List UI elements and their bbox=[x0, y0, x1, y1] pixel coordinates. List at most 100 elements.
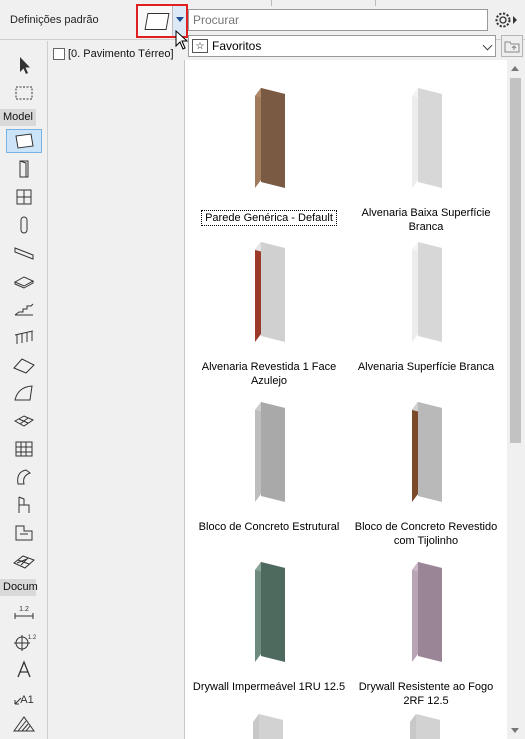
railing-icon bbox=[14, 330, 34, 344]
divider bbox=[271, 0, 272, 6]
text-icon bbox=[17, 660, 31, 678]
wall-preview-image bbox=[348, 226, 504, 356]
panel-title: Definições padrão bbox=[10, 14, 99, 26]
level-dimension-icon: 1.2 bbox=[14, 635, 36, 651]
favorite-item[interactable]: Alvenaria Baixa Superfície Branca bbox=[348, 72, 504, 234]
toolbox-section-label[interactable]: Model bbox=[0, 109, 36, 126]
mesh-icon bbox=[13, 415, 35, 427]
object-icon bbox=[18, 496, 30, 513]
window: Definições padrão Procurar ☆ Favoritos M… bbox=[0, 0, 525, 739]
mesh-tool-button[interactable] bbox=[6, 409, 42, 433]
beam-icon bbox=[14, 247, 34, 260]
beam-tool-button[interactable] bbox=[6, 241, 42, 265]
dimension-icon: 1.2 bbox=[14, 606, 34, 619]
search-input[interactable]: Procurar bbox=[188, 9, 488, 31]
toolbox-section-label[interactable]: Docum bbox=[0, 579, 38, 596]
story-tree-item[interactable]: [0. Pavimento Térreo] bbox=[53, 48, 174, 60]
svg-text:1.2: 1.2 bbox=[28, 635, 36, 641]
mesh-surface-icon bbox=[13, 555, 35, 569]
parent-folder-button[interactable] bbox=[501, 35, 523, 57]
door-icon bbox=[19, 160, 29, 178]
favorite-item[interactable]: Parede Genérica - Default bbox=[191, 72, 347, 226]
star-icon: ☆ bbox=[192, 39, 208, 53]
dimension-tool-button[interactable]: 1.2 bbox=[6, 601, 42, 625]
wall-preview-image bbox=[191, 226, 347, 356]
wall-tool-button[interactable] bbox=[6, 129, 42, 153]
morph-icon bbox=[17, 469, 32, 485]
favorites-folder-select[interactable]: ☆ Favoritos bbox=[188, 35, 496, 57]
railing-tool-button[interactable] bbox=[6, 325, 42, 349]
zone-icon bbox=[15, 525, 33, 541]
scrollbar-thumb[interactable] bbox=[510, 78, 521, 443]
door-tool-button[interactable] bbox=[6, 157, 42, 181]
wall-preview-image bbox=[348, 546, 504, 676]
wall-preview-image bbox=[247, 710, 287, 739]
favorite-item-label: Drywall Resistente ao Fogo 2RF 12.5 bbox=[358, 681, 494, 707]
favorite-item-label: Alvenaria Revestida 1 Face Azulejo bbox=[201, 361, 337, 387]
favorite-item[interactable]: Drywall Resistente ao Fogo 2RF 12.5 bbox=[348, 546, 504, 708]
favorite-item-label: Parede Genérica - Default bbox=[201, 210, 337, 226]
svg-text:1.2: 1.2 bbox=[19, 606, 29, 613]
morph-tool-button[interactable] bbox=[6, 465, 42, 489]
window-tool-button[interactable] bbox=[6, 185, 42, 209]
label-icon: A1 bbox=[14, 694, 34, 706]
wall-preview-image bbox=[348, 386, 504, 516]
favorite-item[interactable]: Alvenaria Revestida 1 Face Azulejo bbox=[191, 226, 347, 388]
slab-tool-button[interactable] bbox=[6, 269, 42, 293]
mouse-pointer-icon bbox=[175, 30, 189, 50]
favorite-item-label: Bloco de Concreto Estrutural bbox=[198, 521, 340, 533]
stair-icon bbox=[14, 303, 34, 316]
search-settings-button[interactable] bbox=[491, 9, 523, 31]
fill-tool-button[interactable] bbox=[6, 711, 42, 735]
favorite-item[interactable]: Bloco de Concreto Revestido com Tijolinh… bbox=[348, 386, 504, 548]
story-icon bbox=[53, 48, 65, 60]
shell-tool-button[interactable] bbox=[6, 381, 42, 405]
wall-preview-image bbox=[191, 72, 347, 202]
text-tool-button[interactable] bbox=[6, 657, 42, 681]
level-dimension-tool-button[interactable]: 1.2 bbox=[6, 629, 42, 653]
fill-icon bbox=[13, 716, 35, 732]
window-icon bbox=[16, 189, 32, 205]
roof-icon bbox=[13, 358, 35, 374]
story-label: [0. Pavimento Térreo] bbox=[68, 48, 174, 60]
scroll-up-arrow-icon[interactable] bbox=[511, 66, 519, 71]
favorite-item[interactable]: Drywall Impermeável 1RU 12.5 bbox=[191, 546, 347, 694]
favorites-panel: Parede Genérica - Default Alvenaria Baix… bbox=[184, 60, 524, 739]
arrow-icon bbox=[20, 57, 30, 74]
roof-tool-button[interactable] bbox=[6, 353, 42, 377]
favorites-folder-label: Favoritos bbox=[212, 39, 262, 53]
shell-icon bbox=[14, 385, 33, 401]
wall-icon bbox=[15, 133, 34, 149]
column-icon bbox=[20, 216, 28, 234]
favorite-item[interactable]: Bloco de Concreto Estrutural bbox=[191, 386, 347, 534]
wall-preview-image bbox=[191, 546, 347, 676]
folder-up-icon bbox=[504, 41, 520, 53]
wall-preview-image bbox=[191, 386, 347, 516]
scroll-down-arrow-icon[interactable] bbox=[511, 728, 519, 733]
column-tool-button[interactable] bbox=[6, 213, 42, 237]
favorite-item-label: Drywall Impermeável 1RU 12.5 bbox=[192, 681, 346, 693]
marquee-icon bbox=[15, 86, 33, 100]
caret-down-icon bbox=[176, 17, 184, 22]
favorite-item[interactable]: Alvenaria Superfície Branca bbox=[348, 226, 504, 374]
stair-tool-button[interactable] bbox=[6, 297, 42, 321]
favorite-item-label: Alvenaria Superfície Branca bbox=[357, 361, 495, 373]
object-tool-button[interactable] bbox=[6, 493, 42, 517]
label-tool-button[interactable]: A1 bbox=[6, 685, 42, 709]
chevron-down-icon bbox=[482, 40, 493, 51]
zone-tool-button[interactable] bbox=[6, 521, 42, 545]
toolbox: Model Docum 1.2 1.2 A1 bbox=[0, 41, 48, 739]
mesh-surface-tool-button[interactable] bbox=[6, 549, 42, 573]
arrow-tool-button[interactable] bbox=[6, 53, 42, 77]
marquee-tool-button[interactable] bbox=[6, 81, 42, 105]
divider bbox=[375, 0, 376, 6]
gear-icon bbox=[495, 12, 517, 28]
curtain-wall-icon bbox=[15, 441, 33, 457]
svg-text:A1: A1 bbox=[20, 694, 33, 706]
slab-icon bbox=[13, 276, 35, 289]
wall-preview-image bbox=[348, 72, 504, 202]
favorite-item-label: Bloco de Concreto Revestido com Tijolinh… bbox=[354, 521, 498, 547]
curtain-wall-tool-button[interactable] bbox=[6, 437, 42, 461]
scrollbar[interactable] bbox=[507, 60, 524, 739]
wall-icon bbox=[144, 13, 170, 30]
